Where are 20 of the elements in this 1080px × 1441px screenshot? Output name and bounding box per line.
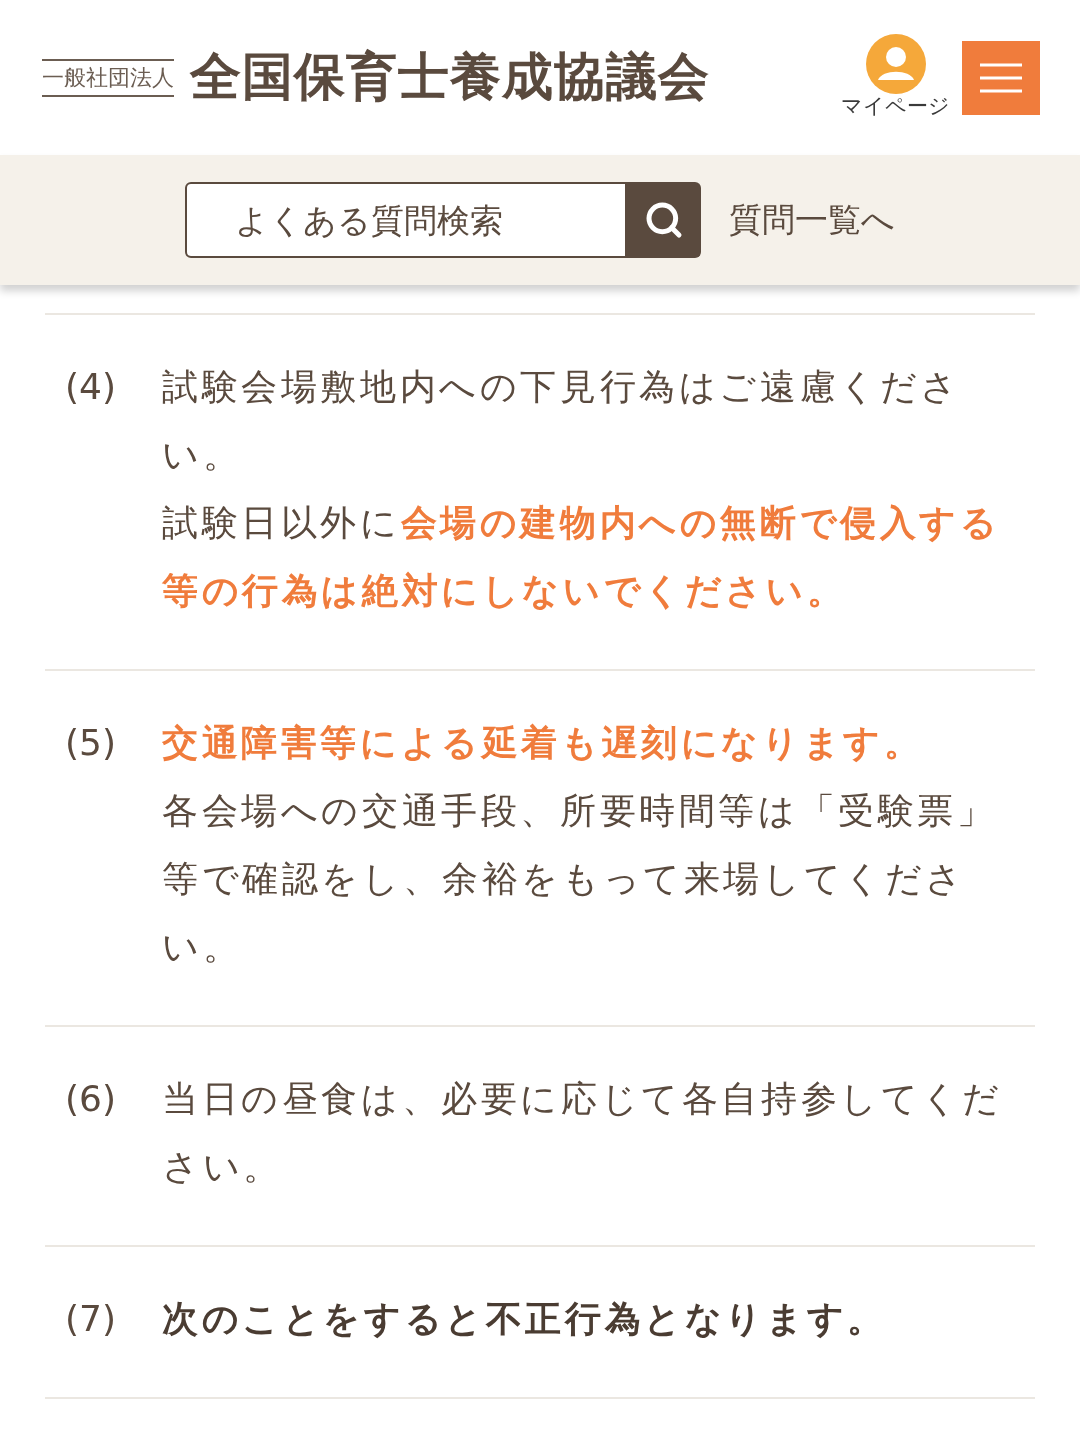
item-number: (5): [64, 721, 117, 765]
mypage-link[interactable]: マイページ: [841, 32, 950, 123]
question-list-link[interactable]: 質問一覧へ: [729, 195, 895, 245]
search-field[interactable]: よくある質問検索: [185, 182, 627, 258]
item-text: 試験会場敷地内への下見行為はご遠慮ください。: [162, 365, 962, 477]
menu-button[interactable]: [962, 40, 1040, 115]
item-text: 試験日以外に会場の建物内への無断で侵入する等の行為は絶対にしないでください。: [162, 501, 1002, 613]
user-icon: [864, 32, 927, 95]
item-text: 当日の昼食は、必要に応じて各自持参してください。: [162, 1077, 1004, 1189]
org-name-logo[interactable]: 全国保育士養成協議会: [190, 39, 711, 116]
search-icon: [644, 200, 684, 240]
item-number: (6): [64, 1077, 117, 1121]
item-number: (7): [64, 1297, 117, 1341]
item-number: (4): [64, 365, 117, 409]
search-button[interactable]: [627, 182, 701, 258]
item-text: 各会場への交通手段、所要時間等は「受験票」等で確認をし、余裕をもって来場してください。: [162, 789, 998, 969]
org-type-label: 一般社団法人: [42, 58, 174, 97]
menu-icon: [980, 62, 1022, 93]
item-text: 交通障害等による延着も遅刻になります。: [162, 721, 925, 765]
item-text: 次のことをすると不正行為となります。: [162, 1297, 888, 1341]
